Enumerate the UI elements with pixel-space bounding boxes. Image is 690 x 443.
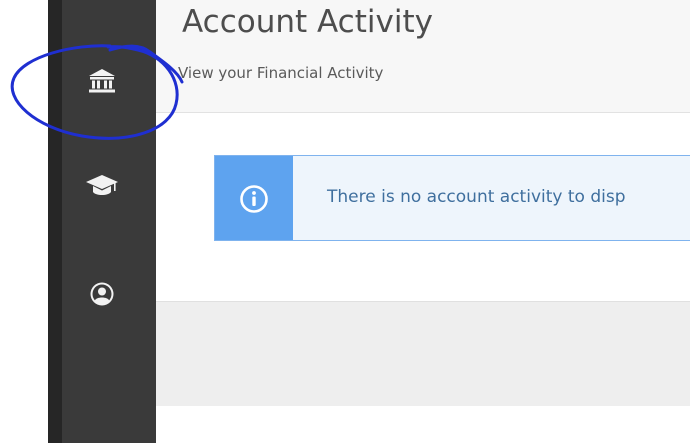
screenshot: Account Activity View your Financial Act… [0, 0, 690, 443]
info-alert: There is no account activity to disp [214, 155, 690, 241]
alert-icon-box [215, 156, 293, 240]
page-subtitle: View your Financial Activity [178, 64, 384, 82]
bottom-area [156, 406, 690, 443]
graduation-cap-icon [86, 175, 118, 195]
info-icon [240, 185, 268, 213]
sidebar-item-financial[interactable] [84, 63, 120, 99]
sidebar-item-profile[interactable] [84, 276, 120, 312]
sidebar-edge [48, 0, 62, 443]
footer-band [156, 301, 690, 406]
page-title: Account Activity [182, 4, 433, 40]
activity-panel: There is no account activity to disp [156, 113, 690, 301]
main-content: Account Activity View your Financial Act… [156, 0, 690, 443]
page-header: Account Activity View your Financial Act… [156, 0, 690, 113]
user-circle-icon [90, 282, 114, 306]
left-margin [0, 0, 48, 443]
bank-icon [89, 69, 115, 93]
sidebar-item-academics[interactable] [84, 168, 120, 204]
alert-message: There is no account activity to disp [327, 187, 626, 207]
